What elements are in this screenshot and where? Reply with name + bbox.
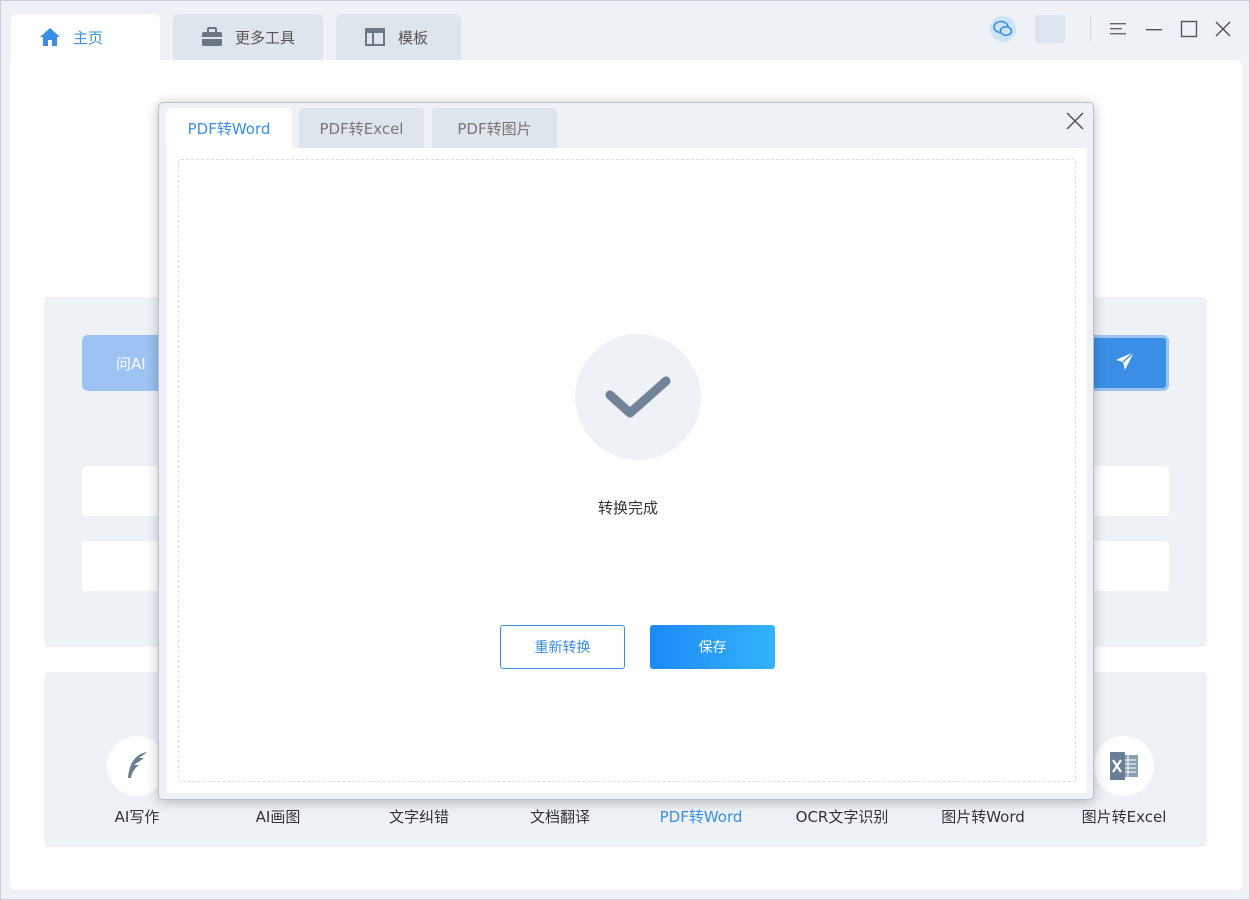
conversion-dialog: PDF转Word PDF转Excel PDF转图片 转换完成 重新转换 保存 [158,102,1094,800]
tool-label: AI画图 [255,808,301,826]
excel-icon [1094,736,1154,796]
retry-button[interactable]: 重新转换 [500,625,625,669]
minimize-icon[interactable] [1142,15,1166,43]
result-area: 转换完成 重新转换 保存 [178,159,1076,782]
retry-label: 重新转换 [534,640,591,656]
home-icon [39,27,61,47]
template-icon [364,27,386,47]
tool-label: PDF转Word [659,808,743,826]
send-button[interactable] [1081,335,1169,391]
tab-more-tools[interactable]: 更多工具 [173,14,323,60]
dialog-tab-pdf-to-excel[interactable]: PDF转Excel [299,108,424,148]
dialog-tab-pdf-to-image[interactable]: PDF转图片 [432,108,557,148]
dialog-tab-label: PDF转图片 [457,119,532,138]
tool-label: 文档翻译 [529,808,590,826]
menu-icon[interactable] [1106,15,1130,43]
briefcase-icon [201,27,223,47]
tab-home[interactable]: 主页 [11,14,160,60]
dialog-tab-label: PDF转Excel [319,119,404,138]
dialog-close-icon[interactable] [1063,109,1087,133]
tab-label: 主页 [73,28,104,47]
checkmark-icon [575,334,701,460]
tool-label: AI写作 [114,808,160,826]
dialog-tab-pdf-to-word[interactable]: PDF转Word [166,108,292,148]
tool-label: 图片转Excel [1081,808,1167,826]
tab-label: 模板 [398,28,429,47]
divider [1090,17,1091,41]
tool-label: 图片转Word [941,808,1025,826]
tab-templates[interactable]: 模板 [336,14,461,60]
dialog-body: 转换完成 重新转换 保存 [167,148,1087,793]
tool-label: OCR文字识别 [795,808,889,826]
save-label: 保存 [698,640,727,656]
save-button[interactable]: 保存 [650,625,775,669]
status-text: 转换完成 [597,499,658,517]
dialog-tab-label: PDF转Word [187,119,271,138]
app-window: 主页 更多工具 模板 问AI AI写作 AI画图 文字纠错 文档翻译 PDF转W… [0,0,1250,900]
wechat-icon[interactable] [988,15,1018,43]
tool-label: 文字纠错 [388,808,449,826]
maximize-icon[interactable] [1177,15,1201,43]
tab-label: 更多工具 [235,28,296,47]
ask-ai-label: 问AI [116,354,146,373]
avatar[interactable] [1034,15,1066,43]
close-icon[interactable] [1211,15,1235,43]
send-icon [1115,351,1135,375]
